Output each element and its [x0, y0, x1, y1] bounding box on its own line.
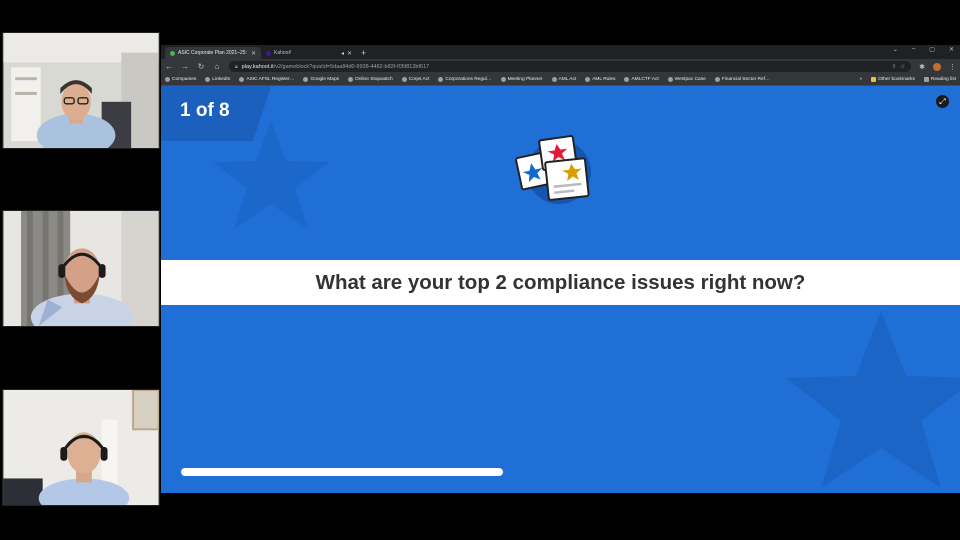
- bookmark-item[interactable]: Companies: [165, 77, 196, 82]
- participant-2-image: [3, 211, 159, 326]
- question-counter: 1 of 8: [180, 100, 230, 121]
- kahoot-favicon-icon: [266, 50, 271, 56]
- forward-arrow-icon[interactable]: →: [181, 62, 189, 71]
- bookmark-favicon-icon: [205, 77, 211, 82]
- reload-icon[interactable]: ↻: [197, 62, 205, 71]
- home-icon[interactable]: ⌂: [213, 62, 221, 71]
- timer-progress-fill: [181, 468, 503, 476]
- tab-title: ASIC Corporate Plan 2021–25: 1…: [178, 50, 248, 56]
- bookmark-label: Online Stopwatch: [355, 77, 393, 82]
- bookmark-label: Financial Sector Ref…: [721, 77, 770, 82]
- bookmark-label: AMLCTF Act: [631, 77, 659, 82]
- bookmark-favicon-icon: [401, 77, 407, 82]
- tab-title: Kahoot!: [274, 50, 292, 56]
- bookmark-label: Corps Act: [408, 77, 430, 82]
- lock-icon: 🔒︎: [235, 63, 238, 70]
- bookmark-favicon-icon: [239, 77, 245, 82]
- browser-window: ASIC Corporate Plan 2021–25: 1… ✕ Kahoot…: [161, 45, 960, 493]
- bookmark-label: AML Rules: [592, 77, 616, 82]
- bookmark-item[interactable]: LinkedIn: [205, 77, 230, 82]
- new-tab-button[interactable]: +: [361, 47, 366, 59]
- bookmark-label: Westpac Case: [674, 77, 706, 82]
- bookmark-item[interactable]: AML Rules: [585, 77, 615, 82]
- participant-video-3[interactable]: [2, 389, 160, 506]
- bookmark-item[interactable]: Google Maps: [303, 77, 339, 82]
- close-tab-icon[interactable]: ✕: [251, 50, 256, 57]
- bookmark-item[interactable]: Financial Sector Ref…: [714, 77, 770, 82]
- bookmark-label: Meeting Planner: [507, 77, 543, 82]
- url-path: /v2/gameblock?quizId=5daa84d0-9938-4482-…: [273, 63, 430, 70]
- poll-cards-icon: [515, 135, 591, 204]
- menu-kebab-icon[interactable]: ⋮: [949, 63, 956, 71]
- close-window-button[interactable]: ✕: [949, 46, 954, 53]
- close-tab-icon[interactable]: ✕: [347, 50, 352, 57]
- bookmark-favicon-icon: [348, 77, 354, 82]
- bookmark-favicon-icon: [714, 77, 720, 82]
- extensions-puzzle-icon[interactable]: ✱: [919, 63, 925, 71]
- mute-tab-icon[interactable]: ◂: [341, 50, 344, 57]
- bookmark-item[interactable]: Meeting Planner: [500, 77, 543, 82]
- participant-video-1[interactable]: [2, 32, 160, 149]
- share-icon[interactable]: ⇪: [892, 64, 897, 70]
- bookmark-item[interactable]: AML Act: [551, 77, 577, 82]
- other-bookmarks-folder[interactable]: Other bookmarks: [871, 77, 915, 82]
- participant-1-image: [3, 33, 159, 148]
- reading-list-label: Reading list: [930, 77, 956, 82]
- video-call-screen: ASIC Corporate Plan 2021–25: 1… ✕ Kahoot…: [0, 0, 960, 540]
- bookmark-item[interactable]: AMLCTF Act: [624, 77, 659, 82]
- tab-search-icon[interactable]: ⌄: [893, 46, 898, 53]
- address-bar[interactable]: 🔒︎ play.kahoot.it/v2/gameblock?quizId=5d…: [229, 61, 912, 72]
- window-controls: ⌄ – ▢ ✕: [893, 46, 954, 53]
- bookmark-favicon-icon: [303, 77, 309, 82]
- fullscreen-icon[interactable]: ⤢: [936, 95, 949, 108]
- maximize-button[interactable]: ▢: [929, 46, 935, 53]
- bookmark-label: LinkedIn: [212, 77, 231, 82]
- minimize-button[interactable]: –: [912, 46, 915, 53]
- bookmark-favicon-icon: [165, 77, 170, 82]
- participant-3-image: [3, 390, 159, 505]
- other-bookmarks-label: Other bookmarks: [878, 77, 915, 82]
- tab-asic-corporate-plan[interactable]: ASIC Corporate Plan 2021–25: 1… ✕: [165, 47, 261, 59]
- bookmark-item[interactable]: Westpac Case: [667, 77, 706, 82]
- question-text: What are your top 2 compliance issues ri…: [315, 270, 806, 294]
- bookmark-favicon-icon: [551, 77, 557, 82]
- timer-progress-bar: [181, 468, 503, 476]
- bookmark-label: Corporations Regul…: [445, 77, 492, 82]
- asic-favicon-icon: [170, 50, 175, 56]
- kahoot-question-screen: 1 of 8 ⤢ What are your top 2 compliance …: [161, 86, 960, 493]
- bookmark-label: AML Act: [558, 77, 577, 82]
- bookmark-favicon-icon: [624, 77, 630, 82]
- bookmark-favicon-icon: [500, 77, 506, 82]
- profile-avatar[interactable]: [933, 62, 941, 71]
- tab-kahoot[interactable]: Kahoot! ◂ ✕: [261, 47, 357, 59]
- bookmark-label: ASIC AFSL Register…: [246, 77, 295, 82]
- tab-strip: ASIC Corporate Plan 2021–25: 1… ✕ Kahoot…: [161, 45, 960, 59]
- folder-icon: [871, 77, 877, 82]
- bookmark-item[interactable]: Online Stopwatch: [348, 77, 393, 82]
- bookmark-item[interactable]: ASIC AFSL Register…: [239, 77, 294, 82]
- bookmark-item[interactable]: Corps Act: [401, 77, 430, 82]
- participant-video-2[interactable]: [2, 210, 160, 327]
- bookmarks-bar: Companies LinkedIn ASIC AFSL Register… Goog…: [161, 74, 960, 86]
- reading-list-icon: [923, 77, 929, 82]
- url-host: play.kahoot.it: [241, 63, 274, 70]
- bookmark-label: Google Maps: [310, 77, 340, 82]
- bookmark-star-icon[interactable]: ☆: [900, 64, 905, 70]
- bookmark-favicon-icon: [667, 77, 673, 82]
- back-arrow-icon[interactable]: ←: [165, 62, 173, 71]
- question-bar: What are your top 2 compliance issues ri…: [161, 260, 960, 305]
- bookmark-label: Companies: [172, 77, 197, 82]
- bookmark-favicon-icon: [438, 77, 444, 82]
- bookmarks-overflow-icon[interactable]: »: [859, 77, 862, 82]
- browser-toolbar: ← → ↻ ⌂ 🔒︎ play.kahoot.it/v2/gameblock?q…: [161, 59, 960, 74]
- reading-list-button[interactable]: Reading list: [923, 77, 956, 82]
- bookmark-item[interactable]: Corporations Regul…: [438, 77, 492, 82]
- bookmark-favicon-icon: [585, 77, 591, 82]
